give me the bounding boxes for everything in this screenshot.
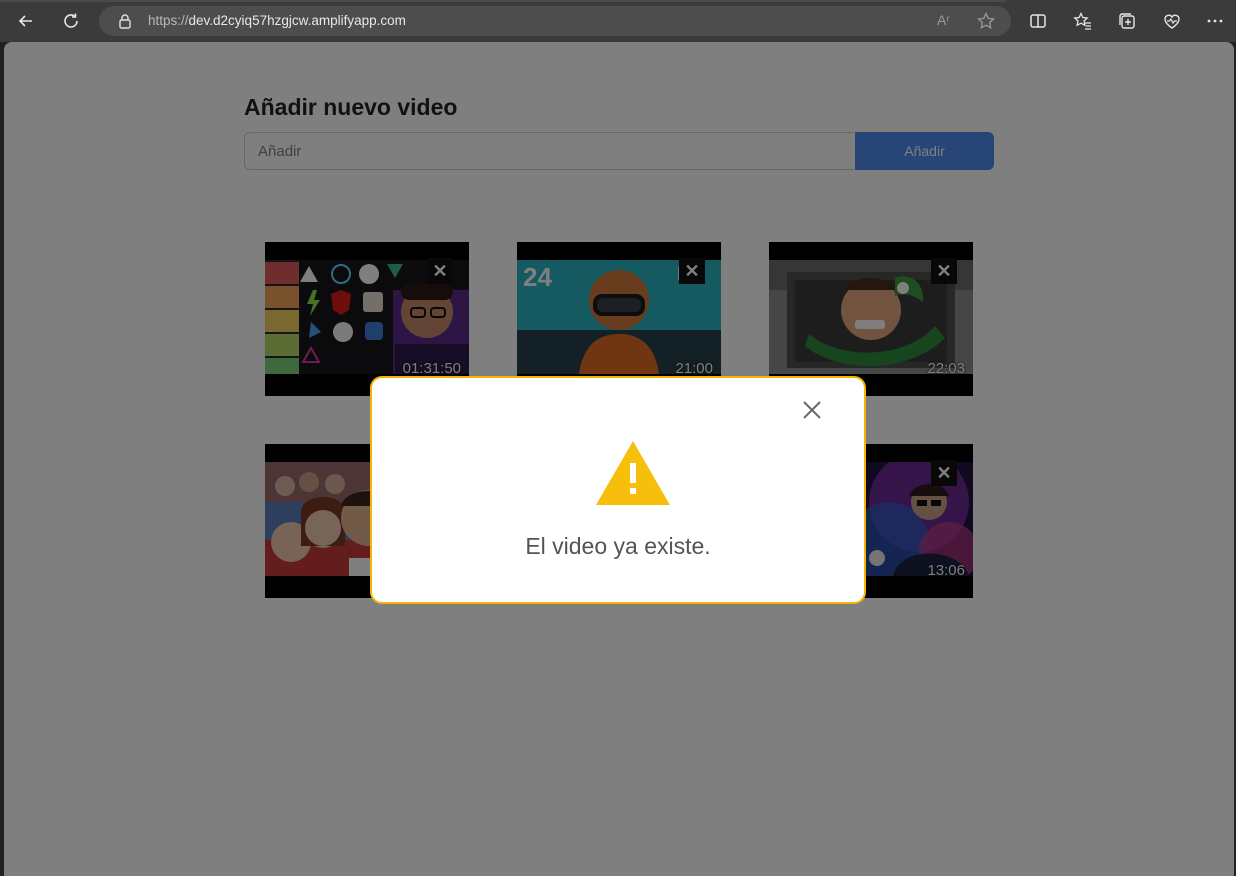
read-aloud-icon[interactable]: Aʳ <box>937 12 957 30</box>
alert-modal: El video ya existe. <box>370 376 866 604</box>
heart-pulse-icon <box>1164 14 1180 29</box>
page-viewport: Añadir nuevo video Añadir <box>4 42 1234 876</box>
split-screen-icon <box>1030 14 1046 28</box>
split-screen-button[interactable] <box>1025 8 1051 34</box>
address-bar[interactable]: https://dev.d2cyiq57hzgjcw.amplifyapp.co… <box>99 6 1011 36</box>
lock-icon[interactable] <box>116 12 134 30</box>
close-icon[interactable] <box>800 398 824 422</box>
ellipsis-icon <box>1207 19 1223 23</box>
refresh-button[interactable] <box>58 8 84 34</box>
favorites-button[interactable] <box>1070 8 1096 34</box>
more-menu-button[interactable] <box>1202 8 1228 34</box>
refresh-icon <box>64 13 78 28</box>
collections-icon <box>1119 13 1135 29</box>
collections-button[interactable] <box>1114 8 1140 34</box>
url-host: dev.d2cyiq57hzgjcw.amplifyapp.com <box>188 13 406 28</box>
warning-icon <box>596 441 670 505</box>
arrow-left-icon <box>18 15 32 27</box>
url-text[interactable]: https://dev.d2cyiq57hzgjcw.amplifyapp.co… <box>148 13 406 28</box>
alert-message: El video ya existe. <box>525 533 711 559</box>
favorite-star-icon[interactable] <box>976 11 996 31</box>
tab-strip <box>0 0 1006 2</box>
browser-essentials-button[interactable] <box>1159 8 1185 34</box>
back-button[interactable] <box>13 8 39 34</box>
url-scheme: https:// <box>148 13 189 28</box>
favorites-icon <box>1073 11 1091 30</box>
browser-toolbar: https://dev.d2cyiq57hzgjcw.amplifyapp.co… <box>0 0 1236 42</box>
